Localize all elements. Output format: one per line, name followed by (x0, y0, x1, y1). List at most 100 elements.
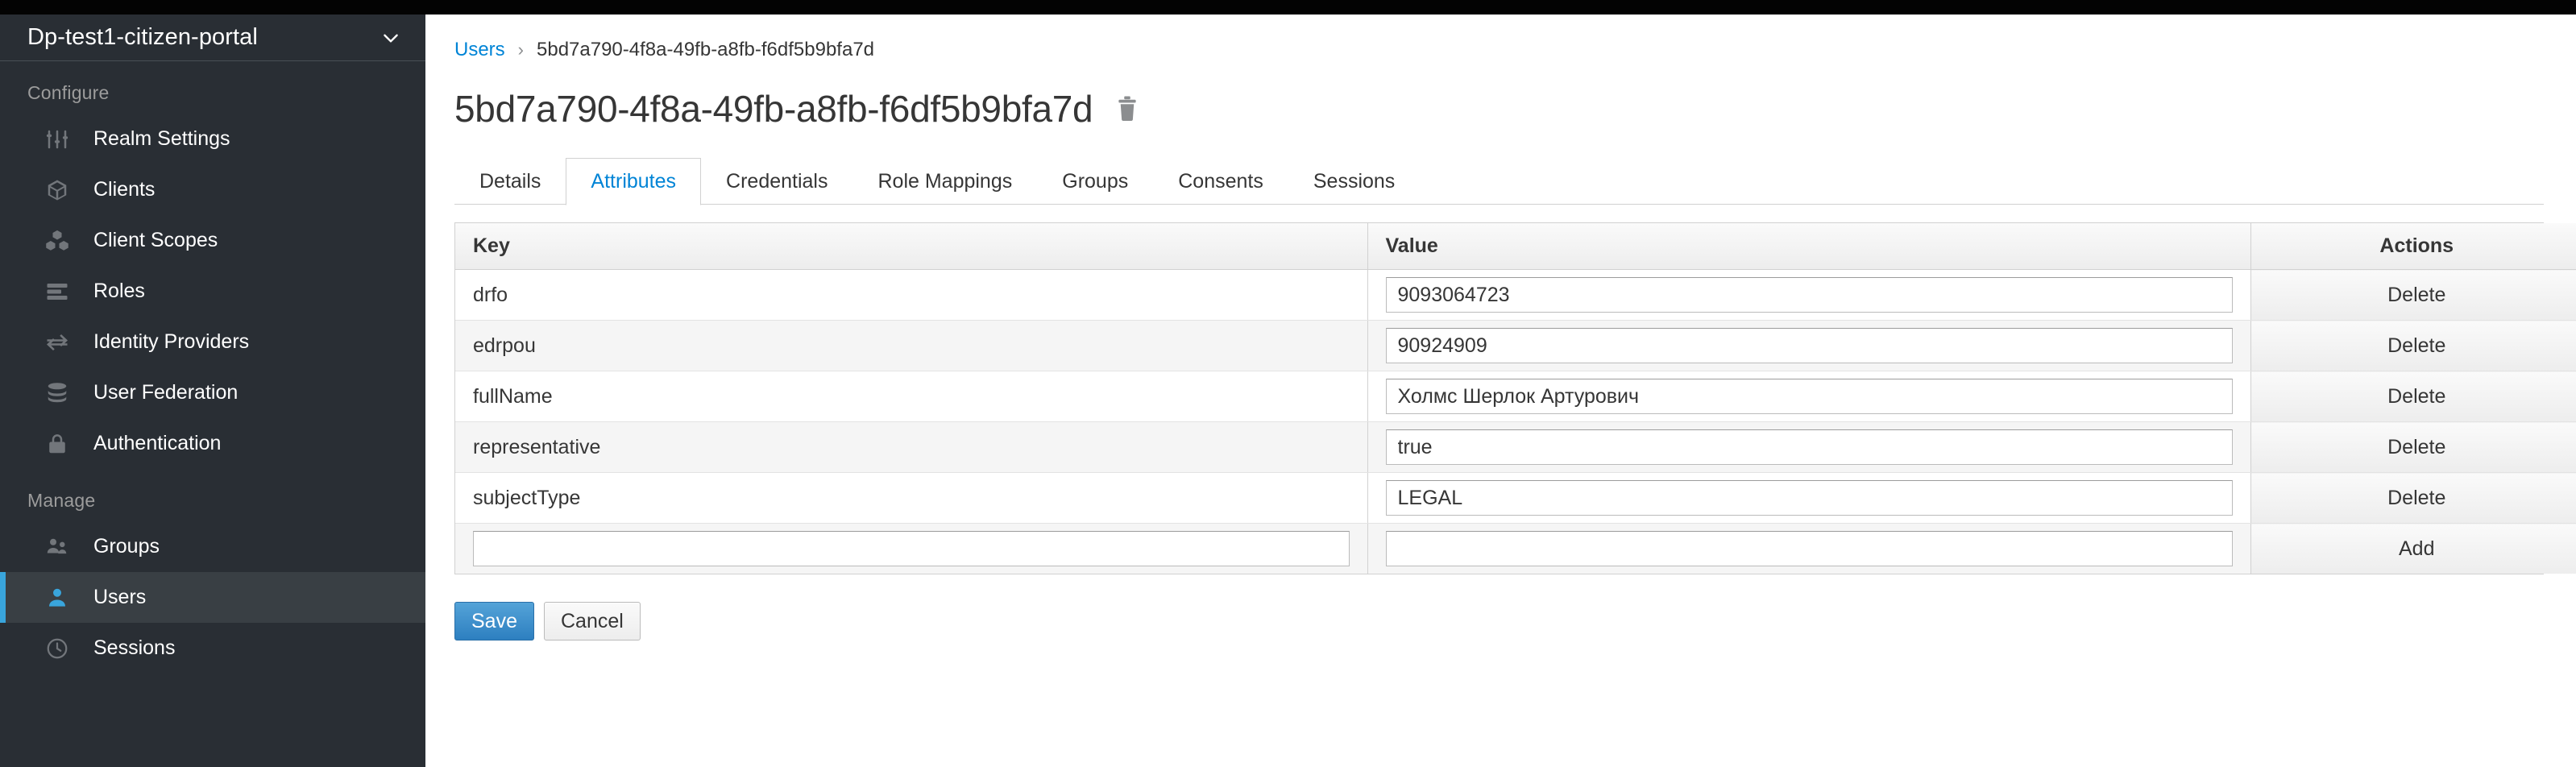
users-icon (44, 533, 71, 561)
cubes-icon (44, 227, 71, 255)
tab-consents[interactable]: Consents (1153, 158, 1288, 205)
app-root: Dp-test1-citizen-portal Configure Realm … (0, 0, 2576, 767)
tab-sessions[interactable]: Sessions (1288, 158, 1420, 205)
attribute-key-cell: edrpou (455, 320, 1368, 371)
nav-section-title-manage: Manage (27, 490, 96, 511)
attribute-value-cell (1367, 320, 2251, 371)
cancel-button[interactable]: Cancel (543, 602, 641, 641)
delete-button[interactable]: Delete (2387, 270, 2445, 320)
tab-credentials[interactable]: Credentials (701, 158, 852, 205)
lock-icon (44, 430, 71, 458)
new-attribute-value-input[interactable] (1385, 531, 2233, 566)
attribute-action-cell: Delete (2250, 472, 2576, 524)
sidebar-item-label: Clients (93, 178, 156, 201)
attribute-value-input[interactable] (1385, 379, 2233, 414)
table-row: fullName Delete (455, 371, 2576, 422)
breadcrumb-current: 5bd7a790-4f8a-49fb-a8fb-f6df5b9bfa7d (537, 39, 875, 60)
tab-groups[interactable]: Groups (1037, 158, 1153, 205)
attribute-value-input[interactable] (1385, 277, 2233, 313)
realm-name: Dp-test1-citizen-portal (27, 24, 258, 50)
new-attribute-key-cell (455, 523, 1368, 574)
database-icon (44, 379, 71, 407)
attribute-value-cell (1367, 421, 2251, 473)
table-row: edrpou Delete (455, 320, 2576, 371)
sidebar-item-label: Authentication (93, 432, 222, 454)
trash-icon[interactable] (1114, 93, 1141, 125)
attribute-action-cell: Delete (2250, 371, 2576, 422)
attribute-action-cell: Delete (2250, 421, 2576, 473)
table-row: drfo Delete (455, 269, 2576, 321)
list-icon (44, 278, 71, 305)
breadcrumb-separator: › (517, 39, 524, 60)
sidebar-item-authentication[interactable]: Authentication (0, 418, 425, 469)
user-icon (44, 584, 71, 612)
attribute-key-cell: subjectType (455, 472, 1368, 524)
attribute-key-cell: fullName (455, 371, 1368, 422)
cube-icon (44, 176, 71, 204)
column-header-key: Key (455, 223, 1368, 270)
column-header-actions: Actions (2250, 223, 2576, 270)
sidebar-item-roles[interactable]: Roles (0, 266, 425, 317)
sidebar-item-user-federation[interactable]: User Federation (0, 367, 425, 418)
attribute-value-cell (1367, 472, 2251, 524)
nav-section-configure: Configure Realm Settings Clients Client … (0, 61, 425, 469)
attributes-table-wrapper: Key Value Actions drfo Delete (454, 222, 2576, 574)
attribute-key-cell: representative (455, 421, 1368, 473)
sidebar-item-label: Realm Settings (93, 127, 230, 150)
attribute-action-cell: Delete (2250, 320, 2576, 371)
table-row: representative Delete (455, 421, 2576, 473)
delete-button[interactable]: Delete (2387, 371, 2445, 421)
delete-button[interactable]: Delete (2387, 321, 2445, 371)
column-header-value: Value (1367, 223, 2251, 270)
delete-button[interactable]: Delete (2387, 473, 2445, 523)
attribute-value-input[interactable] (1385, 480, 2233, 516)
sidebar-item-label: Client Scopes (93, 229, 218, 251)
new-attribute-key-input[interactable] (473, 531, 1350, 566)
sidebar-item-users[interactable]: Users (0, 572, 425, 623)
table-row: subjectType Delete (455, 472, 2576, 524)
form-actions: Save Cancel (454, 602, 2576, 641)
sidebar-item-label: Users (93, 586, 147, 608)
sidebar-item-sessions[interactable]: Sessions (0, 623, 425, 674)
sliders-icon (44, 126, 71, 153)
attribute-key-cell: drfo (455, 269, 1368, 321)
sidebar-item-label: Identity Providers (93, 330, 250, 353)
add-button[interactable]: Add (2399, 524, 2434, 574)
sidebar-item-clients[interactable]: Clients (0, 164, 425, 215)
clock-icon (44, 635, 71, 662)
chevron-down-icon (380, 27, 401, 48)
page-title-row: 5bd7a790-4f8a-49fb-a8fb-f6df5b9bfa7d (425, 61, 2576, 131)
attribute-value-input[interactable] (1385, 429, 2233, 465)
tab-details[interactable]: Details (454, 158, 566, 205)
breadcrumb: Users › 5bd7a790-4f8a-49fb-a8fb-f6df5b9b… (425, 15, 2576, 61)
sidebar-item-label: Groups (93, 535, 160, 558)
attribute-value-input[interactable] (1385, 328, 2233, 363)
main-content: Users › 5bd7a790-4f8a-49fb-a8fb-f6df5b9b… (425, 15, 2576, 767)
sidebar: Dp-test1-citizen-portal Configure Realm … (0, 15, 425, 767)
tab-bar: Details Attributes Credentials Role Mapp… (454, 158, 2576, 205)
new-attribute-action-cell: Add (2250, 523, 2576, 574)
tab-role-mappings[interactable]: Role Mappings (852, 158, 1037, 205)
sidebar-item-groups[interactable]: Groups (0, 521, 425, 572)
top-masthead-bar (0, 0, 2576, 15)
save-button[interactable]: Save (454, 602, 534, 641)
sidebar-item-client-scopes[interactable]: Client Scopes (0, 215, 425, 266)
table-header-row: Key Value Actions (455, 223, 2576, 270)
nav-section-title-configure: Configure (27, 82, 110, 103)
realm-selector[interactable]: Dp-test1-citizen-portal (0, 15, 425, 61)
attribute-value-cell (1367, 269, 2251, 321)
attributes-table: Key Value Actions drfo Delete (455, 223, 2576, 574)
tab-attributes[interactable]: Attributes (566, 158, 702, 205)
new-attribute-value-cell (1367, 523, 2251, 574)
sidebar-item-label: Roles (93, 280, 145, 302)
attribute-action-cell: Delete (2250, 269, 2576, 321)
sidebar-item-label: User Federation (93, 381, 239, 404)
sidebar-item-realm-settings[interactable]: Realm Settings (0, 114, 425, 164)
exchange-icon (44, 329, 71, 356)
sidebar-item-identity-providers[interactable]: Identity Providers (0, 317, 425, 367)
page-title: 5bd7a790-4f8a-49fb-a8fb-f6df5b9bfa7d (454, 88, 1093, 130)
delete-button[interactable]: Delete (2387, 422, 2445, 472)
table-row-new: Add (455, 523, 2576, 574)
breadcrumb-link-users[interactable]: Users (454, 39, 505, 61)
nav-section-manage: Manage Groups Users Sessions (0, 469, 425, 674)
